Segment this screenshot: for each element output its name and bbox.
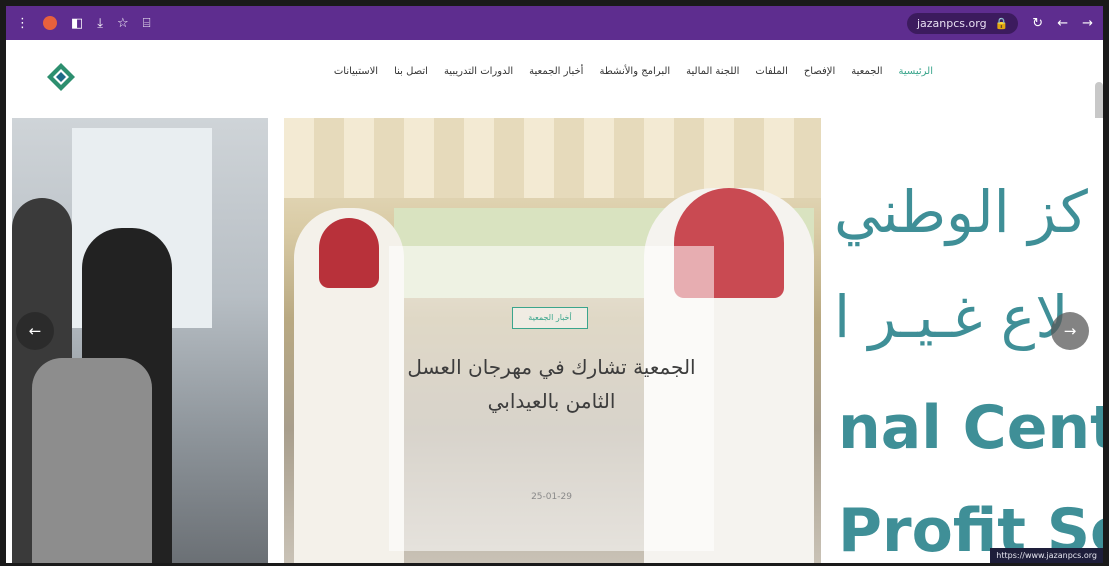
slider-prev-button[interactable]: ← — [16, 312, 54, 350]
hero-slider: أخبار الجمعية الجمعية تشارك في مهرجان ال… — [6, 118, 1103, 563]
slide-date: 25-01-29 — [531, 492, 572, 502]
address-bar[interactable]: jazanpcs.org 🔒 — [906, 12, 1019, 34]
nav-item-contact[interactable]: اتصل بنا — [394, 66, 428, 77]
banner-text: nal Cente — [838, 393, 1103, 463]
slider-next-button[interactable]: → — [1051, 312, 1089, 350]
person-figure — [294, 208, 404, 563]
site-navbar: الرئيسية الجمعية الإفصاح الملفات اللجنة … — [6, 40, 1103, 122]
slide-headline[interactable]: الجمعية تشارك في مهرجان العسل الثامن بال… — [399, 350, 704, 418]
reload-icon[interactable]: ↻ — [1032, 16, 1043, 31]
nav-menu: الرئيسية الجمعية الإفصاح الملفات اللجنة … — [256, 66, 933, 77]
nav-item-news[interactable]: أخبار الجمعية — [529, 66, 583, 77]
url-text: jazanpcs.org — [916, 16, 987, 30]
sidebar-icon[interactable]: ◧ — [71, 17, 83, 30]
forward-icon[interactable]: → — [1082, 16, 1093, 31]
arrow-left-icon: ← — [28, 322, 42, 340]
browser-toolbar: ⋮ ◧ ⤓ ☆ ⌸ jazanpcs.org 🔒 ↻ ← → — [6, 6, 1103, 40]
person-figure — [32, 358, 152, 563]
download-icon[interactable]: ⤓ — [97, 17, 103, 30]
arrow-right-icon: → — [1063, 322, 1077, 340]
extension-icon[interactable] — [43, 16, 57, 30]
reader-icon[interactable]: ⌸ — [143, 17, 151, 30]
site-logo-icon[interactable] — [46, 62, 76, 92]
menu-dots-icon[interactable]: ⋮ — [16, 17, 29, 30]
browser-window: ⋮ ◧ ⤓ ☆ ⌸ jazanpcs.org 🔒 ↻ ← → الرئيسية … — [6, 6, 1103, 563]
nav-item-disclosure[interactable]: الإفصاح — [804, 66, 835, 77]
nav-item-surveys[interactable]: الاستبيانات — [334, 66, 378, 77]
slide-image-active[interactable]: أخبار الجمعية الجمعية تشارك في مهرجان ال… — [284, 118, 821, 563]
back-icon[interactable]: ← — [1057, 16, 1068, 31]
nav-item-home[interactable]: الرئيسية — [899, 66, 933, 77]
lock-icon: 🔒 — [994, 16, 1009, 30]
category-tag[interactable]: أخبار الجمعية — [512, 307, 588, 329]
status-bar-url: https://www.jazanpcs.org — [990, 548, 1103, 563]
nav-item-association[interactable]: الجمعية — [851, 66, 882, 77]
banner-text: لاع غـيـر ا — [834, 283, 1069, 351]
nav-item-courses[interactable]: الدورات التدريبية — [444, 66, 513, 77]
scrollbar[interactable] — [1095, 82, 1103, 122]
nav-item-programs[interactable]: البرامج والأنشطة — [599, 66, 670, 77]
banner-text: كز الوطني — [834, 178, 1088, 246]
nav-item-finance-committee[interactable]: اللجنة المالية — [686, 66, 739, 77]
tent-background — [284, 118, 821, 198]
slide-caption-card[interactable]: أخبار الجمعية الجمعية تشارك في مهرجان ال… — [389, 246, 714, 551]
star-icon[interactable]: ☆ — [117, 17, 129, 30]
nav-item-files[interactable]: الملفات — [755, 66, 787, 77]
